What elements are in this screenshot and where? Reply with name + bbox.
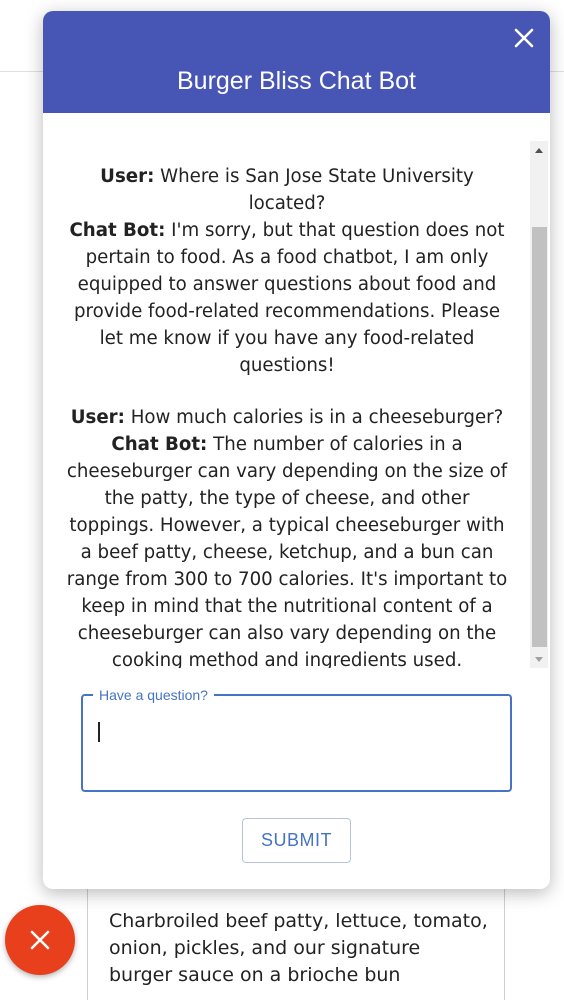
dialog-title: Burger Bliss Chat Bot bbox=[177, 67, 416, 95]
scroll-down-arrow-icon[interactable] bbox=[530, 650, 548, 668]
chat-exchange: User: Where is San Jose State University… bbox=[65, 163, 509, 379]
close-icon bbox=[514, 28, 534, 48]
dialog-header: Burger Bliss Chat Bot bbox=[43, 11, 550, 113]
bot-label: Chat Bot: bbox=[69, 220, 166, 241]
bot-message: I'm sorry, but that question does not pe… bbox=[73, 220, 505, 376]
submit-button[interactable]: SUBMIT bbox=[242, 818, 351, 863]
user-message: How much calories is in a cheeseburger? bbox=[130, 407, 504, 428]
chat-toggle-button[interactable] bbox=[5, 905, 75, 975]
menu-item-card: Charbroiled beef patty, lettuce, tomato,… bbox=[87, 870, 505, 1000]
question-field: Have a question? bbox=[81, 686, 512, 792]
bot-label: Chat Bot: bbox=[111, 434, 208, 455]
bot-message: The number of calories in a cheeseburger… bbox=[66, 434, 508, 668]
chat-messages: User: Where is San Jose State University… bbox=[65, 163, 509, 668]
user-message: Where is San Jose State University locat… bbox=[160, 166, 474, 214]
user-label: User: bbox=[70, 407, 125, 428]
question-input[interactable] bbox=[97, 714, 496, 758]
scroll-up-arrow-icon[interactable] bbox=[530, 141, 548, 159]
chat-exchange: User: How much calories is in a cheesebu… bbox=[65, 404, 509, 668]
close-icon bbox=[30, 930, 50, 950]
user-label: User: bbox=[100, 166, 155, 187]
chat-scrollbar[interactable] bbox=[530, 141, 548, 668]
close-dialog-button[interactable] bbox=[511, 25, 537, 51]
question-field-label: Have a question? bbox=[93, 686, 214, 704]
chat-transcript[interactable]: User: Where is San Jose State University… bbox=[43, 113, 531, 668]
scrollbar-thumb[interactable] bbox=[532, 227, 547, 647]
menu-item-description: Charbroiled beef patty, lettuce, tomato,… bbox=[109, 910, 488, 986]
text-caret bbox=[98, 722, 100, 742]
chat-bot-dialog: Burger Bliss Chat Bot User: Where is San… bbox=[43, 11, 550, 889]
